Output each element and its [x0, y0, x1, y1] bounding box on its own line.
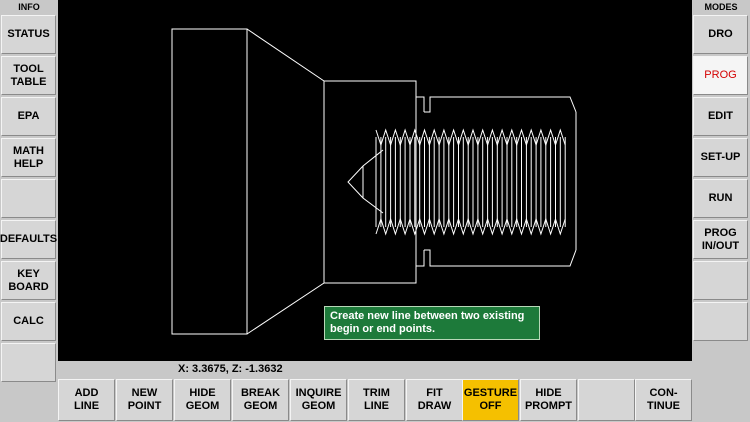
new-point-button[interactable]: NEW POINT [116, 379, 173, 421]
continue-button[interactable]: CON- TINUE [635, 379, 692, 421]
inquire-geom-button[interactable]: INQUIRE GEOM [290, 379, 347, 421]
thread-teeth-top [375, 128, 566, 147]
hide-prompt-button[interactable]: HIDE PROMPT [520, 379, 577, 421]
thread-teeth-bottom [375, 217, 566, 236]
thread-top-outer [424, 96, 577, 113]
status-button[interactable]: STATUS [1, 15, 56, 54]
coordinate-readout: X: 3.3675, Z: -1.3632 [178, 363, 283, 375]
blank-info-button-1[interactable] [1, 179, 56, 218]
prog-in-out-button[interactable]: PROG IN/OUT [693, 220, 748, 259]
info-panel-header: INFO [0, 0, 58, 14]
trim-line-button[interactable]: TRIM LINE [348, 379, 405, 421]
keyboard-button[interactable]: KEY BOARD [1, 261, 56, 300]
tool-table-button[interactable]: TOOL TABLE [1, 56, 56, 95]
edit-mode-button[interactable]: EDIT [693, 97, 748, 136]
math-help-button[interactable]: MATH HELP [1, 138, 56, 177]
bore-cone [347, 149, 384, 214]
blank-info-button-2[interactable] [1, 343, 56, 382]
info-panel: INFO STATUS TOOL TABLE EPA MATH HELP DEF… [0, 0, 58, 422]
blank-mode-button-1[interactable] [693, 261, 748, 300]
prompt-message: Create new line between two existing beg… [324, 306, 540, 340]
calc-button[interactable]: CALC [1, 302, 56, 341]
taper-outline [246, 28, 325, 335]
add-line-button[interactable]: ADD LINE [58, 379, 115, 421]
setup-mode-button[interactable]: SET-UP [693, 138, 748, 177]
blank-softkey-button[interactable] [578, 379, 635, 421]
gesture-off-button[interactable]: GESTURE OFF [462, 379, 519, 421]
step-upper [324, 80, 425, 112]
softkey-bar: ADD LINE NEW POINT HIDE GEOM BREAK GEOM … [58, 378, 692, 422]
hide-geom-button[interactable]: HIDE GEOM [174, 379, 231, 421]
coordinate-bar: X: 3.3675, Z: -1.3632 [58, 361, 692, 378]
thread-bottom-outer [424, 249, 577, 267]
epa-button[interactable]: EPA [1, 97, 56, 136]
defaults-button[interactable]: DEFAULTS [0, 220, 57, 259]
fit-draw-button[interactable]: FIT DRAW [406, 379, 463, 421]
step-lower [324, 250, 425, 284]
blank-mode-button-2[interactable] [693, 302, 748, 341]
prog-mode-button[interactable]: PROG [693, 56, 748, 95]
break-geom-button[interactable]: BREAK GEOM [232, 379, 289, 421]
drawing-canvas[interactable]: Create new line between two existing beg… [58, 0, 692, 361]
dro-mode-button[interactable]: DRO [693, 15, 748, 54]
run-mode-button[interactable]: RUN [693, 179, 748, 218]
body-outline [171, 28, 248, 335]
modes-panel: MODES DRO PROG EDIT SET-UP RUN PROG IN/O… [692, 0, 750, 422]
modes-panel-header: MODES [692, 0, 750, 14]
